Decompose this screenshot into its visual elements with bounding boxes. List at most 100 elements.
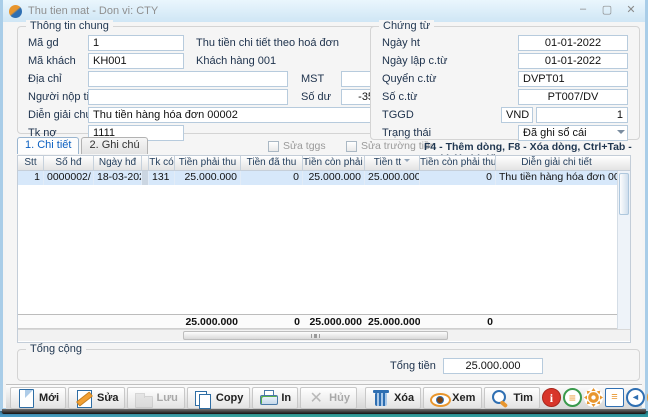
col-header-stt[interactable]: Stt bbox=[18, 156, 44, 170]
quyen-ctu-label: Quyển c.từ bbox=[382, 73, 436, 85]
total-tien-con-phai-thu: 25.000.000 bbox=[303, 315, 365, 328]
tggd-rate-input[interactable]: 1 bbox=[536, 107, 628, 123]
ma-khach-input[interactable]: KH001 bbox=[88, 53, 184, 69]
document-group-title: Chứng từ bbox=[379, 20, 434, 32]
sua-truong-tien-checkbox[interactable] bbox=[346, 141, 357, 152]
ma-khach-label: Mã khách bbox=[28, 55, 76, 67]
client-area: Thông tin chung Mã gd 1 Thu tiền chi tiế… bbox=[6, 22, 642, 405]
save-button[interactable]: Lưu bbox=[127, 387, 184, 409]
maximize-button[interactable]: ▢ bbox=[595, 0, 619, 18]
info-icon[interactable]: i bbox=[542, 388, 561, 407]
tab-strip: 1. Chi tiết 2. Ghi chú bbox=[17, 137, 150, 154]
tong-tien-input[interactable]: 25.000.000 bbox=[443, 358, 543, 374]
general-info-group-title: Thông tin chung bbox=[26, 20, 113, 32]
tab-ghi-chu[interactable]: 2. Ghi chú bbox=[81, 137, 147, 154]
cell-tien-con-phai-thu[interactable]: 25.000.000 bbox=[303, 171, 365, 185]
so-ctu-label: Số c.từ bbox=[382, 91, 418, 103]
ma-gd-input[interactable]: 1 bbox=[88, 35, 184, 51]
view-button[interactable]: Xem bbox=[423, 387, 482, 409]
list-icon[interactable]: ≡ bbox=[563, 388, 582, 407]
sua-tggs-checkbox[interactable] bbox=[268, 141, 279, 152]
ma-khach-description: Khách hàng 001 bbox=[196, 55, 276, 67]
total-tien-phai-thu: 25.000.000 bbox=[175, 315, 241, 328]
col-header-so-hd[interactable]: Số hđ bbox=[44, 156, 94, 170]
copy-button[interactable]: Copy bbox=[187, 387, 251, 409]
col-header-tien-con-phai-thu-2[interactable]: Tiền còn phải thu 2 bbox=[420, 156, 496, 170]
sua-truong-tien-option[interactable]: Sửa trường tiền bbox=[346, 140, 436, 152]
tggd-label: TGGD bbox=[382, 109, 414, 121]
sua-tggs-label: Sửa tggs bbox=[283, 140, 326, 152]
cell-tien-phai-thu[interactable]: 25.000.000 bbox=[175, 171, 241, 185]
ma-gd-label: Mã gd bbox=[28, 37, 59, 49]
detail-grid: Stt Số hđ Ngày hđ Tk có Tiền phải thu Ti… bbox=[17, 155, 631, 343]
cell-tk-co[interactable]: 131 bbox=[149, 171, 175, 185]
edit-button[interactable]: Sửa bbox=[68, 387, 125, 409]
eye-icon bbox=[430, 389, 448, 407]
app-window: Thu tien mat - Don vi: CTY – ▢ ✕ Thông t… bbox=[0, 0, 648, 411]
close-button[interactable]: ✕ bbox=[619, 0, 643, 18]
cell-tien-tt[interactable]: 25.000.000 bbox=[365, 171, 420, 185]
col-header-spacer[interactable] bbox=[142, 156, 149, 170]
window-title: Thu tien mat - Don vi: CTY bbox=[28, 5, 158, 17]
vertical-scrollbar[interactable] bbox=[617, 171, 630, 329]
cell-dien-giai-chi-tiet[interactable]: Thu tiền hàng hóa đơn 00002 bbox=[496, 171, 617, 185]
col-header-tien-phai-thu[interactable]: Tiền phải thu bbox=[175, 156, 241, 170]
bottom-toolbar: Mới Sửa Lưu Copy In ✕Hủy Xóa Xem Tìm i ≡… bbox=[6, 384, 642, 410]
sua-tggs-option[interactable]: Sửa tggs bbox=[268, 140, 326, 152]
cell-spacer[interactable] bbox=[142, 171, 149, 185]
col-header-ngay-hd[interactable]: Ngày hđ bbox=[94, 156, 142, 170]
col-header-dien-giai-chi-tiet[interactable]: Diễn giải chi tiết bbox=[496, 156, 617, 170]
print-button[interactable]: In bbox=[252, 387, 298, 409]
title-bar[interactable]: Thu tien mat - Don vi: CTY – ▢ ✕ bbox=[3, 0, 645, 22]
col-header-tien-tt[interactable]: Tiền tt bbox=[365, 156, 420, 170]
total-group-title: Tổng cộng bbox=[26, 343, 86, 355]
vertical-scrollbar-thumb[interactable] bbox=[619, 173, 629, 215]
ngay-lap-ctu-input[interactable]: 01-01-2022 bbox=[518, 53, 628, 69]
cell-ngay-hd[interactable]: 18-03-2021 bbox=[94, 171, 142, 185]
dia-chi-input[interactable] bbox=[88, 71, 288, 87]
cell-tien-da-thu[interactable]: 0 bbox=[241, 171, 303, 185]
grid-totals-row: 25.000.000 0 25.000.000 25.000.000 0 bbox=[18, 314, 630, 329]
cell-stt[interactable]: 1 bbox=[18, 171, 44, 185]
total-group: Tổng cộng Tổng tiền 25.000.000 bbox=[17, 349, 640, 381]
so-du-label: Số dư bbox=[301, 91, 331, 103]
horizontal-scrollbar[interactable] bbox=[18, 329, 630, 341]
notes-icon[interactable]: ≡ bbox=[605, 388, 624, 407]
grid-empty-area[interactable] bbox=[18, 185, 630, 314]
ngay-ht-input[interactable]: 01-01-2022 bbox=[518, 35, 628, 51]
cancel-button[interactable]: ✕Hủy bbox=[300, 387, 357, 409]
settings-gear-icon[interactable] bbox=[584, 388, 603, 407]
ngay-lap-ctu-label: Ngày lập c.từ bbox=[382, 55, 447, 67]
cell-so-hd[interactable]: 0000002/ bbox=[44, 171, 94, 185]
find-button[interactable]: Tìm bbox=[484, 387, 540, 409]
cell-tien-con-phai-thu-2[interactable]: 0 bbox=[420, 171, 496, 185]
tong-tien-label: Tổng tiền bbox=[390, 360, 436, 372]
trang-thai-value: Đã ghi sổ cái bbox=[523, 127, 587, 139]
table-row[interactable]: 1 0000002/ 18-03-2021 131 25.000.000 0 2… bbox=[18, 171, 630, 185]
delete-button[interactable]: Xóa bbox=[365, 387, 421, 409]
horizontal-scrollbar-thumb[interactable] bbox=[183, 331, 448, 340]
record-navigation: i ≡ ≡ ◄ ◄ ► ► ? bbox=[542, 388, 648, 407]
col-header-tien-da-thu[interactable]: Tiền đã thu bbox=[241, 156, 303, 170]
so-ctu-input[interactable]: PT007/DV bbox=[518, 89, 628, 105]
first-record-icon[interactable]: ◄ bbox=[626, 388, 645, 407]
chevron-down-icon bbox=[617, 130, 625, 138]
quyen-ctu-input[interactable]: DVPT01 bbox=[518, 71, 628, 87]
trang-thai-select[interactable]: Đã ghi sổ cái bbox=[518, 125, 628, 141]
tggd-currency-input[interactable]: VND bbox=[501, 107, 533, 123]
document-group: Chứng từ Ngày ht 01-01-2022 Ngày lập c.t… bbox=[370, 26, 640, 140]
nguoi-nop-tien-input[interactable] bbox=[88, 89, 288, 105]
minimize-button[interactable]: – bbox=[571, 0, 595, 18]
total-tien-da-thu: 0 bbox=[241, 315, 303, 328]
tab-chi-tiet[interactable]: 1. Chi tiết bbox=[17, 137, 79, 154]
col-header-tk-co[interactable]: Tk có bbox=[149, 156, 175, 170]
copy-icon bbox=[194, 389, 212, 407]
edit-icon bbox=[75, 389, 93, 407]
total-tien-con-phai-thu-2: 0 bbox=[420, 315, 496, 328]
grid-header-row: Stt Số hđ Ngày hđ Tk có Tiền phải thu Ti… bbox=[18, 156, 630, 171]
mst-label: MST bbox=[301, 73, 324, 85]
sort-indicator-icon bbox=[404, 159, 410, 165]
new-button[interactable]: Mới bbox=[10, 387, 66, 409]
col-header-tien-con-phai-thu[interactable]: Tiền còn phải t bbox=[303, 156, 365, 170]
save-folder-icon bbox=[134, 389, 152, 407]
